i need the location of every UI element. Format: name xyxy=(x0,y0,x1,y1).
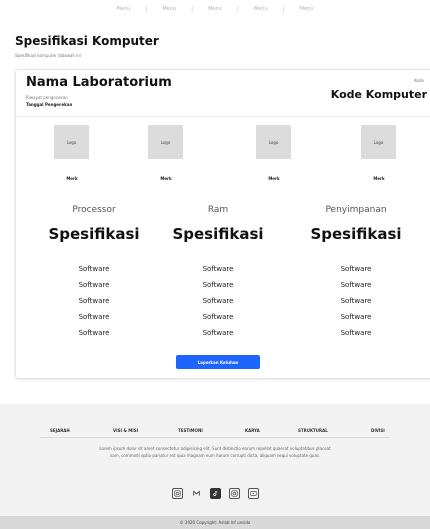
software-item: Software xyxy=(340,329,372,337)
software-item: Software xyxy=(78,265,110,273)
kode-label: Kode xyxy=(414,78,424,83)
footer-link-sejarah[interactable]: SEJARAH xyxy=(50,428,70,433)
card-divider xyxy=(16,116,430,117)
merk-label-1: Merk xyxy=(66,176,78,181)
nav-item-menu-1[interactable]: Menu xyxy=(102,6,146,12)
social-links xyxy=(0,488,430,499)
footer-description: Lorem ipsum dolor sit amet consectetur a… xyxy=(99,446,331,458)
software-item: Software xyxy=(202,297,234,305)
storage-heading: Penyimpanan xyxy=(325,205,387,215)
software-item: Software xyxy=(78,313,110,321)
footer-link-struktural[interactable]: STRUKTURAL xyxy=(298,428,328,433)
software-item: Software xyxy=(340,313,372,321)
processor-heading: Processor xyxy=(72,205,116,215)
software-item: Software xyxy=(78,297,110,305)
logo-label: Logo xyxy=(66,139,77,145)
lab-check-date: Tanggal Pengecekan xyxy=(26,102,73,107)
ram-heading: Ram xyxy=(207,205,229,215)
logo-label: Logo xyxy=(268,139,279,145)
page-title: Spesifikasi Komputer xyxy=(15,34,159,48)
lab-title: Nama Laboratorium xyxy=(26,75,172,90)
software-item: Software xyxy=(340,281,372,289)
nav-item-menu-3[interactable]: Menu xyxy=(193,6,237,12)
copyright-bar: © 2020 Copyright: Aslab Inf unsida xyxy=(0,516,430,529)
tiktok-icon[interactable] xyxy=(209,488,221,499)
software-item: Software xyxy=(78,329,110,337)
software-item: Software xyxy=(202,313,234,321)
software-item: Software xyxy=(340,297,372,305)
software-item: Software xyxy=(202,281,234,289)
brand-logo-3: Logo xyxy=(256,125,291,159)
youtube-icon[interactable] xyxy=(247,488,259,499)
copyright-text: © 2020 Copyright: Aslab Inf unsida xyxy=(179,520,251,525)
footer-link-divisi[interactable]: DIVISI xyxy=(371,428,385,433)
storage-spec: Spesifikasi xyxy=(310,225,402,243)
logo-label: Logo xyxy=(373,139,384,145)
brand-logo-2: Logo xyxy=(148,125,183,159)
footer-divider xyxy=(40,437,390,438)
software-item: Software xyxy=(202,265,234,273)
nav-item-menu-2[interactable]: Menu xyxy=(147,6,191,12)
page-subtitle: Spesifikasi komputer dibawah ini xyxy=(15,53,81,58)
instagram-icon[interactable] xyxy=(228,488,240,499)
footer-link-testimoni[interactable]: TESTIMONI xyxy=(178,428,203,433)
kode-komputer: Kode Komputer xyxy=(330,88,427,101)
lab-history-label: Riwayat pengecekan xyxy=(26,95,68,100)
nav-item-menu-4[interactable]: Menu xyxy=(239,6,283,12)
top-nav: Menu | Menu | Menu | Menu | Menu xyxy=(0,3,430,15)
ram-spec: Spesifikasi xyxy=(172,225,264,243)
gmail-icon[interactable] xyxy=(191,488,202,499)
logo-label: Logo xyxy=(160,139,171,145)
brand-logo-4: Logo xyxy=(361,125,396,159)
software-item: Software xyxy=(78,281,110,289)
merk-label-4: Merk xyxy=(373,176,385,181)
report-complaint-button[interactable]: Laporkan Keluhan xyxy=(176,355,260,369)
instagram-icon[interactable] xyxy=(171,488,183,499)
nav-item-menu-5[interactable]: Menu xyxy=(285,6,329,12)
merk-label-2: Merk xyxy=(160,176,172,181)
software-item: Software xyxy=(340,265,372,273)
software-item: Software xyxy=(202,329,234,337)
footer: SEJARAH VISI & MISI TESTIMONI KARYA STRU… xyxy=(0,404,430,516)
brand-logo-1: Logo xyxy=(54,125,89,159)
footer-link-karya[interactable]: KARYA xyxy=(245,428,260,433)
computer-spec-card: Nama Laboratorium Riwayat pengecekan Tan… xyxy=(15,69,430,379)
footer-link-visi-misi[interactable]: VISI & MISI xyxy=(113,428,138,433)
merk-label-3: Merk xyxy=(268,176,280,181)
processor-spec: Spesifikasi xyxy=(48,225,140,243)
